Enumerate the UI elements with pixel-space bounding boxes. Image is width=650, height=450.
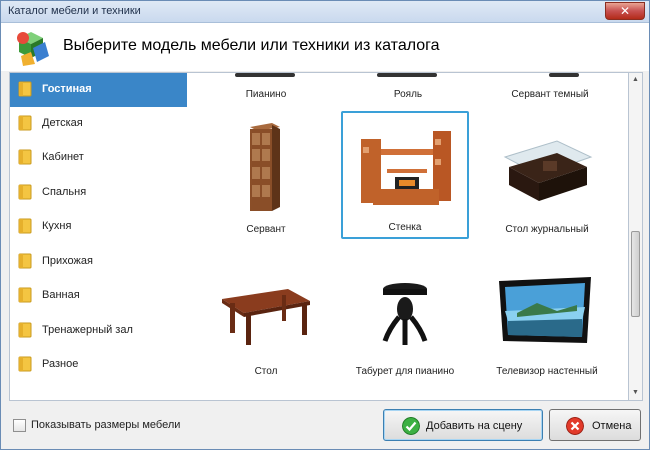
window-title: Каталог мебели и техники <box>8 5 141 17</box>
category-item-kitchen[interactable]: Кухня <box>10 210 187 244</box>
piano-icon <box>235 73 295 77</box>
catalog-item-label: Стол <box>254 366 278 377</box>
scrollbar-thumb[interactable] <box>631 231 640 317</box>
category-item-misc[interactable]: Разное <box>10 348 187 382</box>
catalog-item-wall-tv[interactable]: Телевизор настенный <box>483 253 611 381</box>
add-to-scene-label: Добавить на сцену <box>426 420 523 432</box>
catalog-item-piano[interactable]: Пианино <box>195 73 337 103</box>
catalog-dialog: Каталог мебели и техники ✕ Выберите моде… <box>0 0 650 450</box>
cancel-button[interactable]: Отмена <box>549 409 641 441</box>
catalog-item-label: Табурет для пианино <box>355 366 455 377</box>
dialog-header: Выберите модель мебели или техники из ка… <box>1 23 649 71</box>
catalog-item-table[interactable]: Стол <box>202 253 330 381</box>
scroll-down-arrow-icon[interactable]: ▼ <box>629 386 642 400</box>
category-label: Детская <box>42 117 83 129</box>
scroll-up-arrow-icon[interactable]: ▲ <box>629 73 642 87</box>
catalog-item-label: Сервант <box>246 224 286 235</box>
show-sizes-label: Показывать размеры мебели <box>31 419 181 431</box>
catalog-item-dark-cabinet[interactable]: Сервант темный <box>479 73 621 103</box>
category-item-bathroom[interactable]: Ванная <box>10 279 187 313</box>
close-button[interactable]: ✕ <box>605 2 645 20</box>
category-label: Кабинет <box>42 151 84 163</box>
folder-icon <box>18 184 32 200</box>
catalog-item-coffee-table[interactable]: Стол журнальный <box>483 111 611 239</box>
table-icon <box>222 289 310 345</box>
catalog-item-label: Стенка <box>388 222 422 233</box>
coffee-table-icon <box>503 140 593 201</box>
catalog-item-label: Стол журнальный <box>505 224 589 235</box>
wall-tv-icon <box>499 277 591 343</box>
category-item-kids-room[interactable]: Детская <box>10 107 187 141</box>
catalog-scrollbar[interactable]: ▲ ▼ <box>629 72 643 401</box>
folder-icon <box>18 149 32 165</box>
close-icon: ✕ <box>619 4 631 18</box>
category-item-bedroom[interactable]: Спальня <box>10 176 187 210</box>
catalog-item-label: Телевизор настенный <box>496 366 598 377</box>
catalog-item-piano-stool[interactable]: Табурет для пианино <box>341 253 469 381</box>
category-label: Кухня <box>42 220 72 232</box>
catalog-item-grand-piano[interactable]: Рояль <box>337 73 479 103</box>
category-item-hallway[interactable]: Прихожая <box>10 245 187 279</box>
category-list: Гостиная Детская Кабинет Спальня Кухня П… <box>9 72 197 401</box>
category-label: Прихожая <box>42 255 93 267</box>
catalog-item-label: Рояль <box>393 89 423 100</box>
page-title: Выберите модель мебели или техники из ка… <box>63 37 440 54</box>
folder-icon <box>18 287 32 303</box>
category-label: Ванная <box>42 289 80 301</box>
folder-icon <box>18 322 32 338</box>
catalog-item-wall-unit[interactable]: Стенка <box>341 111 469 239</box>
grand-piano-icon <box>377 73 437 77</box>
category-item-office[interactable]: Кабинет <box>10 141 187 175</box>
cabinet-icon <box>250 123 280 211</box>
dark-cabinet-icon <box>549 73 579 77</box>
piano-stool-icon <box>382 283 428 345</box>
wall-unit-icon <box>361 131 451 205</box>
folder-icon <box>18 115 32 131</box>
category-label: Тренажерный зал <box>42 324 133 336</box>
folder-icon <box>18 218 32 234</box>
category-item-living-room[interactable]: Гостиная <box>10 73 197 107</box>
catalog-icon <box>17 32 49 66</box>
catalog-item-cabinet[interactable]: Сервант <box>202 111 330 239</box>
category-label: Спальня <box>42 186 87 198</box>
folder-icon <box>18 356 32 372</box>
catalog-item-label: Пианино <box>245 89 287 100</box>
folder-icon <box>18 81 32 97</box>
cancel-icon <box>566 417 584 435</box>
checkmark-icon <box>402 417 420 435</box>
catalog-item-label: Сервант темный <box>511 89 589 100</box>
category-label: Гостиная <box>42 83 92 95</box>
show-sizes-checkbox[interactable] <box>13 419 26 432</box>
folder-icon <box>18 253 32 269</box>
catalog-grid: Пианино Рояль Сервант темный Сервант Сте… <box>187 72 629 401</box>
category-item-gym[interactable]: Тренажерный зал <box>10 314 187 348</box>
cancel-label: Отмена <box>592 420 632 432</box>
add-to-scene-button[interactable]: Добавить на сцену <box>383 409 543 441</box>
title-bar: Каталог мебели и техники ✕ <box>1 1 649 23</box>
category-label: Разное <box>42 358 79 370</box>
